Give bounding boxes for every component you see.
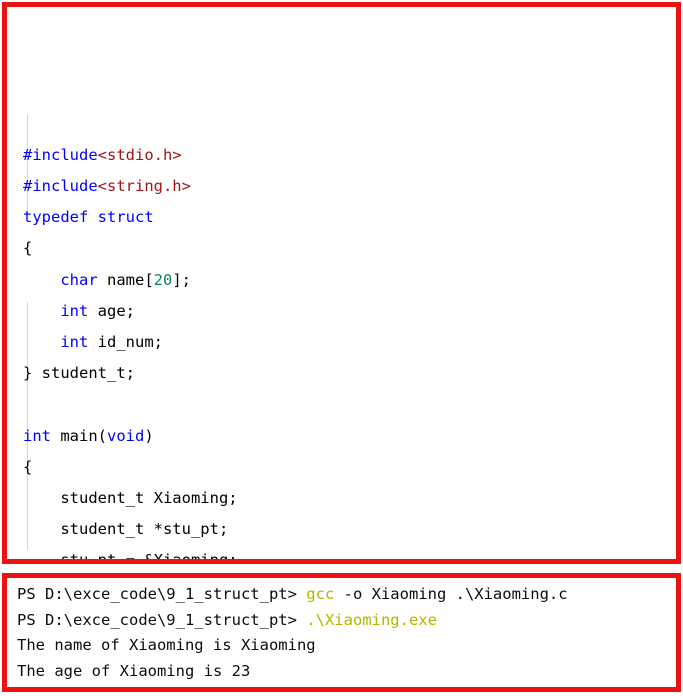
- terminal-output-line: The name of Xiaoming is Xiaoming: [17, 633, 676, 659]
- code-token: stu_pt = &Xiaoming;: [23, 551, 238, 564]
- code-token: int: [23, 426, 51, 445]
- code-line[interactable]: typedef struct: [7, 202, 676, 233]
- code-line[interactable]: {: [7, 452, 676, 483]
- code-editor-panel[interactable]: #include<stdio.h> #include<string.h> typed…: [2, 2, 681, 564]
- code-line[interactable]: {: [7, 233, 676, 264]
- code-token: #include: [23, 145, 98, 164]
- terminal-output-area[interactable]: PS D:\exce_code\9_1_struct_pt> gcc -o Xi…: [7, 578, 676, 684]
- code-line[interactable]: int id_num;: [7, 327, 676, 358]
- code-line[interactable]: [7, 389, 676, 420]
- code-token: int: [60, 301, 89, 320]
- code-token: id_num;: [88, 332, 163, 351]
- screenshot-root: #include<stdio.h> #include<string.h> typed…: [0, 0, 683, 696]
- code-line[interactable]: student_t Xiaoming;: [7, 483, 676, 514]
- code-token: student_t Xiaoming;: [23, 488, 238, 507]
- terminal-segment: The age of Xiaoming is 23: [17, 661, 251, 680]
- terminal-segment: gcc: [306, 585, 335, 603]
- code-token: ): [144, 426, 154, 445]
- terminal-command-line: PS D:\exce_code\9_1_struct_pt> .\Xiaomin…: [17, 608, 676, 634]
- code-token: student_t *stu_pt;: [23, 520, 229, 539]
- code-line[interactable]: stu_pt = &Xiaoming;: [7, 545, 676, 564]
- code-line[interactable]: #include<stdio.h>: [7, 140, 676, 171]
- terminal-segment: PS D:\exce_code\9_1_struct_pt>: [17, 610, 307, 629]
- code-line[interactable]: int age;: [7, 296, 676, 327]
- terminal-output-line: The age of Xiaoming is 23: [17, 659, 676, 685]
- code-token: name[: [97, 270, 154, 289]
- code-token: main(: [51, 426, 107, 445]
- code-token: age;: [88, 301, 135, 320]
- terminal-segment: PS D:\exce_code\9_1_struct_pt>: [17, 585, 307, 603]
- code-token: } student_t;: [23, 364, 135, 383]
- code-token: char: [60, 270, 98, 289]
- code-token: <stdio.h>: [97, 145, 182, 164]
- terminal-panel[interactable]: PS D:\exce_code\9_1_struct_pt> gcc -o Xi…: [2, 573, 681, 692]
- code-token: void: [107, 426, 145, 445]
- code-token: <string.h>: [97, 177, 191, 195]
- code-token: ];: [172, 270, 191, 289]
- terminal-segment: The name of Xiaoming is Xiaoming: [17, 636, 316, 654]
- code-line[interactable]: } student_t;: [7, 358, 676, 389]
- code-token: {: [23, 457, 33, 476]
- code-line[interactable]: #include<string.h>: [7, 171, 676, 202]
- code-token: #include: [23, 177, 98, 195]
- terminal-segment: .\Xiaoming.exe: [306, 610, 437, 629]
- code-line[interactable]: student_t *stu_pt;: [7, 514, 676, 545]
- code-text-area[interactable]: #include<stdio.h> #include<string.h> typed…: [7, 7, 676, 564]
- code-token: int: [60, 332, 89, 351]
- code-token: {: [23, 239, 33, 258]
- code-line[interactable]: int main(void): [7, 421, 676, 452]
- code-token: 20: [153, 270, 173, 289]
- code-line[interactable]: char name[20];: [7, 265, 676, 296]
- terminal-segment: -o Xiaoming .\Xiaoming.c: [334, 585, 568, 603]
- terminal-command-line: PS D:\exce_code\9_1_struct_pt> gcc -o Xi…: [17, 582, 676, 608]
- code-token: typedef struct: [23, 208, 154, 227]
